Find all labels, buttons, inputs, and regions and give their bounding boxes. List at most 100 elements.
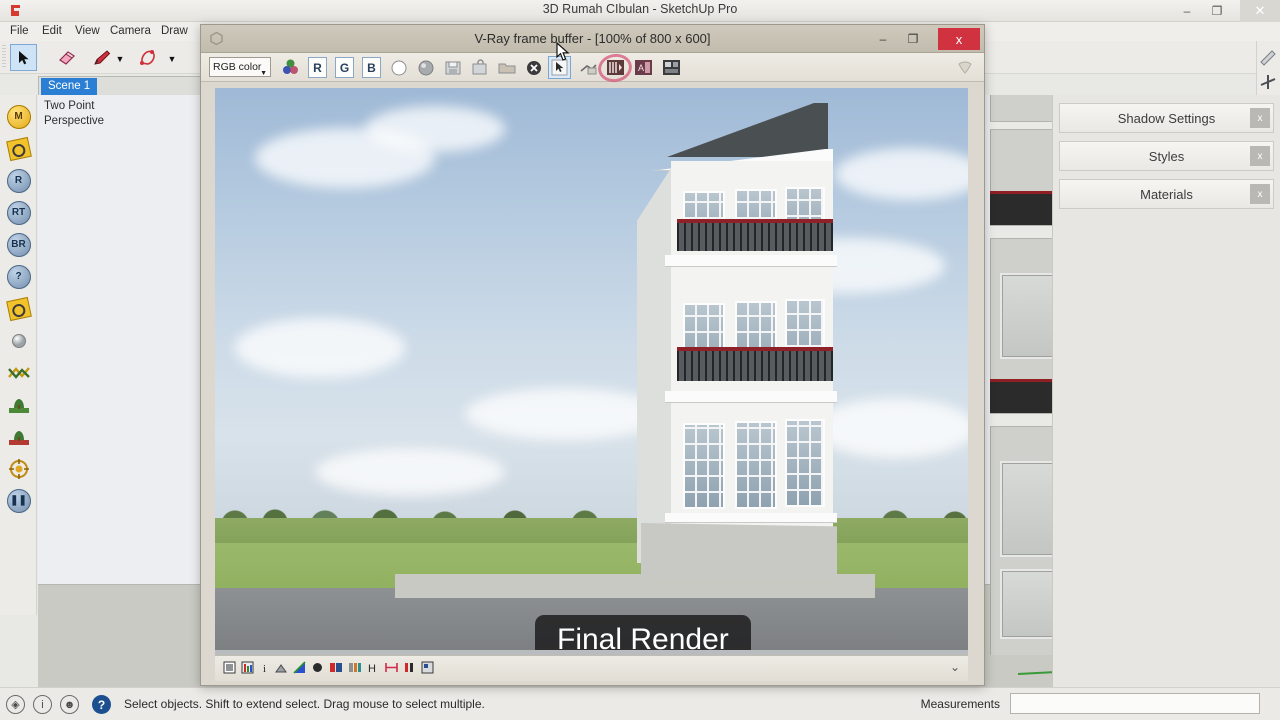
panel-styles[interactable]: Styles x — [1059, 141, 1274, 171]
camera-mode-label: Two Point Perspective — [44, 99, 104, 129]
pixel-info-icon[interactable] — [660, 56, 683, 79]
ocio-icon[interactable] — [403, 661, 418, 676]
toolbar-drag-handle[interactable] — [2, 45, 6, 69]
white-balance-icon[interactable] — [311, 661, 326, 676]
vray-infinite-plane-icon[interactable] — [5, 391, 32, 418]
person-icon[interactable]: ☻ — [60, 695, 79, 714]
svg-text:H: H — [368, 663, 376, 674]
vray-pause-glyph: ❚❚ — [6, 488, 31, 513]
color-channels-icon[interactable] — [279, 56, 302, 79]
clear-image-icon[interactable] — [522, 56, 545, 79]
monochrome-icon[interactable] — [414, 56, 437, 79]
app-titlebar: 3D Rumah CIbulan - SketchUp Pro – ❐ ✕ — [0, 0, 1280, 22]
svg-text:i: i — [263, 663, 266, 674]
force-color-clamp-icon[interactable] — [421, 661, 436, 676]
blue-channel-label: B — [362, 57, 381, 78]
scene-tab-scene1[interactable]: Scene 1 — [41, 78, 98, 95]
select-tool-icon[interactable] — [10, 44, 37, 71]
vfb-maximize-button[interactable]: ❐ — [900, 28, 926, 50]
color-balance-icon[interactable] — [348, 661, 363, 676]
section-plane-icon[interactable] — [1259, 49, 1277, 67]
axes-icon[interactable] — [1259, 73, 1277, 91]
vfb-footer-toolbar: i H ⌄ — [215, 655, 968, 681]
vray-light-lister-icon[interactable] — [5, 295, 32, 322]
camera-mode-line1: Two Point — [44, 100, 95, 112]
red-channel-button[interactable]: R — [306, 56, 329, 79]
camera-mode-line2: Perspective — [44, 115, 105, 127]
histogram-icon[interactable] — [241, 661, 256, 676]
panel-shadow-settings[interactable]: Shadow Settings x — [1059, 103, 1274, 133]
info-icon[interactable]: i — [33, 695, 52, 714]
vfb-image-canvas[interactable]: Final Render i H ⌄ — [215, 88, 968, 681]
measurements-input[interactable] — [1010, 693, 1260, 714]
app-maximize-button[interactable]: ❐ — [1202, 0, 1232, 22]
panel-materials-close-icon[interactable]: x — [1250, 184, 1270, 204]
panel-shadow-settings-title: Shadow Settings — [1117, 110, 1216, 126]
vfb-minimize-button[interactable]: – — [870, 28, 896, 50]
green-channel-label: G — [335, 57, 354, 78]
eraser-tool-icon[interactable] — [52, 44, 79, 71]
lut-icon[interactable] — [385, 661, 400, 676]
render-last-icon[interactable] — [577, 56, 600, 79]
vray-frame-buffer-window[interactable]: V-Ray frame buffer - [100% of 800 x 600]… — [200, 24, 985, 686]
save-image-icon[interactable] — [441, 56, 464, 79]
panel-materials[interactable]: Materials x — [1059, 179, 1274, 209]
vfb-titlebar[interactable]: V-Ray frame buffer - [100% of 800 x 600]… — [201, 25, 984, 53]
curve-icon[interactable] — [293, 661, 308, 676]
app-minimize-button[interactable]: – — [1172, 0, 1202, 22]
status-bar: ◈ i ☻ ? Select objects. Shift to extend … — [0, 687, 1280, 720]
vray-fur-target-icon[interactable] — [5, 455, 32, 482]
vray-batch-render-icon[interactable]: BR — [5, 231, 32, 258]
measurements-label: Measurements — [920, 697, 1000, 711]
vray-light-tag-icon[interactable] — [5, 135, 32, 162]
vray-sphere-light-icon[interactable] — [5, 327, 32, 354]
load-image-icon[interactable] — [495, 56, 518, 79]
scene-tabs: Scene 1 — [38, 76, 208, 95]
status-message: Select objects. Shift to extend select. … — [124, 697, 485, 711]
pencil-tool-icon[interactable] — [88, 44, 115, 71]
chevron-double-down-icon[interactable]: ⌄ — [950, 660, 960, 674]
panel-styles-close-icon[interactable]: x — [1250, 146, 1270, 166]
menu-edit[interactable]: Edit — [36, 22, 68, 41]
vray-pause-render-icon[interactable]: ❚❚ — [5, 487, 32, 514]
vray-realtime-render-icon[interactable]: RT — [5, 199, 32, 226]
levels-icon[interactable]: H — [367, 661, 382, 676]
menu-view[interactable]: View — [69, 22, 106, 41]
menu-draw[interactable]: Draw — [155, 22, 194, 41]
render-building — [625, 103, 845, 579]
svg-text:A: A — [638, 63, 644, 73]
menu-file[interactable]: File — [4, 22, 35, 41]
shapes-tool-dropdown-caret[interactable]: ▼ — [166, 54, 178, 64]
vfb-close-button[interactable]: x — [938, 28, 980, 50]
vray-render-label: R — [6, 168, 31, 193]
rendered-image: Final Render — [215, 88, 968, 650]
red-channel-label: R — [308, 57, 327, 78]
blue-channel-button[interactable]: B — [360, 56, 383, 79]
pencil-tool-dropdown-caret[interactable]: ▼ — [114, 54, 126, 64]
render-region-icon[interactable] — [223, 661, 238, 676]
vray-proxy-object-icon[interactable] — [5, 423, 32, 450]
hue-saturation-icon[interactable] — [329, 661, 344, 676]
vray-mesh-light-icon[interactable] — [5, 359, 32, 386]
alpha-channel-icon[interactable] — [387, 56, 410, 79]
lens-effects-icon[interactable]: A — [632, 56, 655, 79]
vray-render-icon[interactable]: R — [5, 167, 32, 194]
panel-shadow-settings-close-icon[interactable]: x — [1250, 108, 1270, 128]
app-close-button[interactable]: ✕ — [1240, 0, 1280, 22]
panel-styles-title: Styles — [1148, 148, 1185, 164]
panel-materials-title: Materials — [1140, 186, 1193, 202]
green-channel-button[interactable]: G — [333, 56, 356, 79]
menu-camera[interactable]: Camera — [104, 22, 157, 41]
save-all-channels-icon[interactable] — [468, 56, 491, 79]
channel-select[interactable]: RGB color ▼ — [209, 57, 271, 77]
help-question-icon[interactable]: ? — [92, 695, 111, 714]
geo-location-icon[interactable]: ◈ — [6, 695, 25, 714]
vray-material-editor-icon[interactable]: M — [5, 103, 32, 130]
exposure-icon[interactable] — [275, 661, 290, 676]
vray-help-icon[interactable]: ? — [5, 263, 32, 290]
render-caption: Final Render — [535, 615, 751, 650]
channel-select-value: RGB color — [213, 61, 262, 73]
shapes-tool-icon[interactable] — [134, 44, 161, 71]
mouse-cursor-icon — [556, 41, 570, 62]
image-info-icon[interactable]: i — [259, 661, 274, 676]
